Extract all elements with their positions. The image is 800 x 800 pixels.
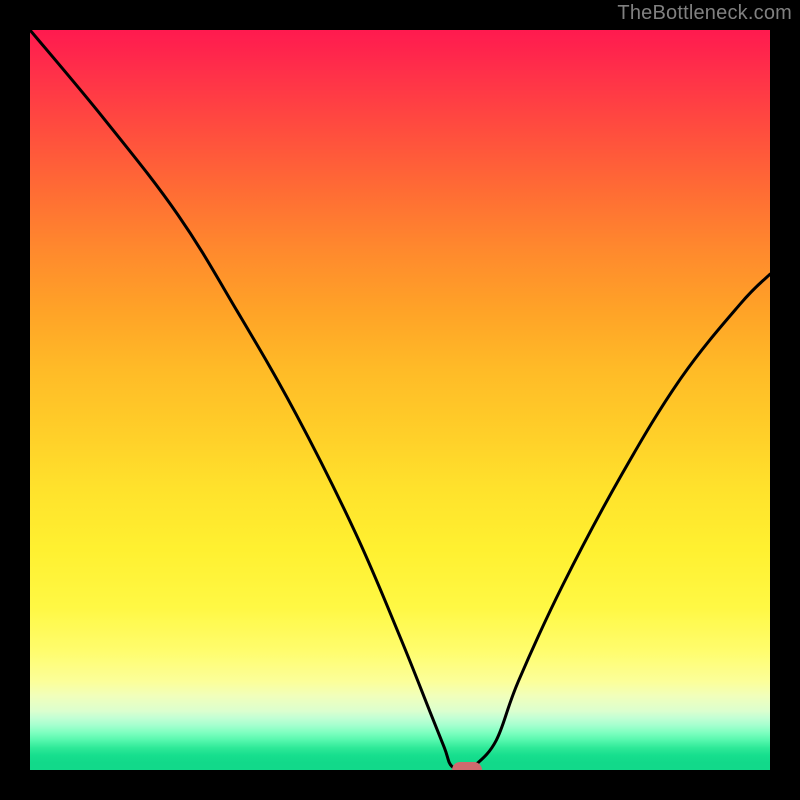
bottleneck-curve <box>30 30 770 770</box>
minimum-marker <box>452 762 482 770</box>
curve-svg <box>30 30 770 770</box>
chart-container: TheBottleneck.com <box>0 0 800 800</box>
watermark-text: TheBottleneck.com <box>617 2 792 25</box>
plot-area <box>30 30 770 770</box>
